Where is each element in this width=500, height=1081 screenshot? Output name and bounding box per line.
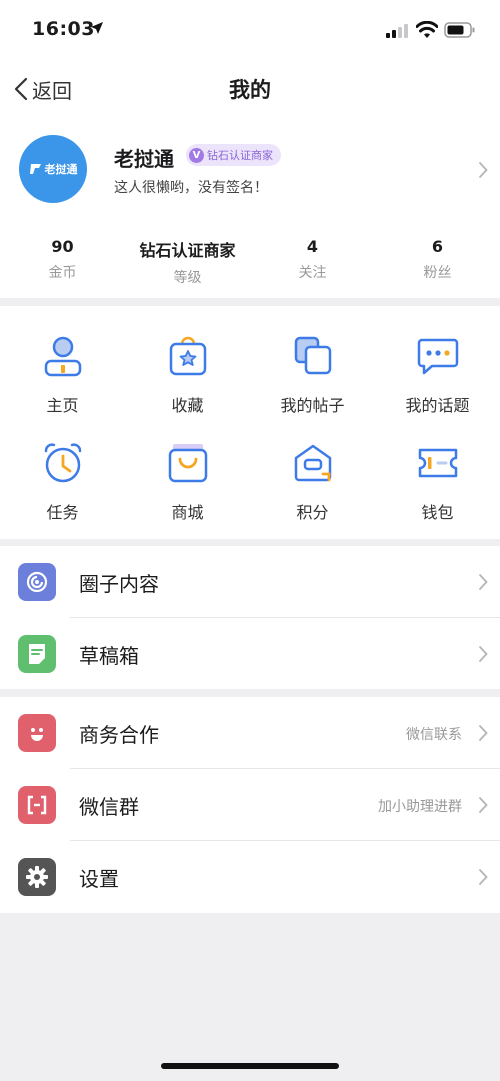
menu-item-wechat-group[interactable]: 微信群 加小助理进群 <box>0 769 500 841</box>
user-signature: 这人很懒哟，没有签名！ <box>114 180 268 196</box>
location-arrow-icon <box>91 22 103 34</box>
logo-icon <box>29 164 41 174</box>
stat-value: 钻石认证商家 <box>139 241 236 260</box>
grid-item-mall[interactable]: 商城 <box>125 441 250 541</box>
alarm-clock-icon <box>44 443 81 483</box>
stat-followers[interactable]: 6 粉丝 <box>375 237 500 282</box>
bag-star-icon <box>169 336 206 376</box>
grid-item-wallet[interactable]: 钱包 <box>375 441 500 541</box>
content-menu-section: 圈子内容 草稿箱 <box>0 546 500 689</box>
person-icon <box>44 336 81 377</box>
smile-icon <box>18 714 56 752</box>
grid-item-homepage[interactable]: 主页 <box>0 334 125 434</box>
grid-item-label: 主页 <box>46 396 79 415</box>
stat-label: 金币 <box>48 265 77 281</box>
menu-item-business[interactable]: 商务合作 微信联系 <box>0 697 500 769</box>
chevron-right-icon <box>478 645 488 663</box>
service-menu-section: 商务合作 微信联系 微信群 加小助理进群 设置 <box>0 697 500 913</box>
grid-item-points[interactable]: 积分 <box>250 441 375 541</box>
profile-stats: 90 金币 钻石认证商家 等级 4 关注 6 粉丝 <box>0 237 500 287</box>
verification-badge: V 钻石认证商家 <box>186 144 281 166</box>
stat-label: 关注 <box>298 265 327 281</box>
chevron-right-icon <box>478 724 488 742</box>
status-bar: 16:03 <box>0 0 500 62</box>
stat-value: 6 <box>431 237 444 256</box>
avatar[interactable]: 老挝通 <box>19 135 87 203</box>
stat-label: 等级 <box>173 270 202 286</box>
gear-icon <box>18 858 56 896</box>
home-indicator[interactable] <box>161 1063 339 1069</box>
stat-level[interactable]: 钻石认证商家 等级 <box>125 237 250 287</box>
feature-grid: 主页 收藏 我的帖子 我的话题 任务 商城 积分 钱包 <box>0 306 500 539</box>
grid-item-label: 我的话题 <box>405 396 470 415</box>
grid-item-label: 钱包 <box>421 503 454 522</box>
grid-item-label: 我的帖子 <box>280 396 345 415</box>
chat-bubble-icon <box>417 338 458 375</box>
navigation-bar: 返回 我的 <box>0 62 500 117</box>
menu-item-label: 草稿箱 <box>79 644 139 668</box>
user-name: 老挝通 <box>114 147 174 171</box>
circle-icon <box>18 563 56 601</box>
verified-icon: V <box>189 147 204 163</box>
grid-item-label: 收藏 <box>171 396 204 415</box>
stat-value: 90 <box>51 237 74 256</box>
grid-item-label: 积分 <box>296 503 329 522</box>
menu-item-label: 商务合作 <box>79 723 159 747</box>
stat-following[interactable]: 4 关注 <box>250 237 375 282</box>
menu-item-label: 圈子内容 <box>79 572 159 596</box>
points-icon <box>294 444 331 482</box>
menu-item-drafts[interactable]: 草稿箱 <box>0 618 500 690</box>
stat-value: 4 <box>306 237 319 256</box>
chevron-right-icon <box>478 573 488 591</box>
menu-item-label: 微信群 <box>79 795 139 819</box>
grid-item-my-posts[interactable]: 我的帖子 <box>250 334 375 434</box>
status-time: 16:03 <box>32 18 95 40</box>
battery-icon <box>444 22 475 38</box>
grid-item-label: 商城 <box>171 503 204 522</box>
ticket-icon <box>418 448 457 478</box>
cellular-signal-icon <box>386 24 408 38</box>
stat-label: 粉丝 <box>423 265 452 281</box>
grid-item-favorites[interactable]: 收藏 <box>125 334 250 434</box>
grid-item-tasks[interactable]: 任务 <box>0 441 125 541</box>
draft-icon <box>18 635 56 673</box>
grid-item-label: 任务 <box>46 503 79 522</box>
copy-icon <box>294 336 331 375</box>
stat-coins[interactable]: 90 金币 <box>0 237 125 282</box>
menu-item-hint: 加小助理进群 <box>378 799 462 815</box>
avatar-text: 老挝通 <box>44 163 78 176</box>
grid-item-my-topics[interactable]: 我的话题 <box>375 334 500 434</box>
menu-item-settings[interactable]: 设置 <box>0 841 500 913</box>
badge-label: 钻石认证商家 <box>207 149 273 162</box>
profile-card[interactable]: 老挝通 老挝通 V 钻石认证商家 这人很懒哟，没有签名！ 90 金币 钻石认证商… <box>0 117 500 298</box>
page-title: 我的 <box>229 78 271 102</box>
menu-item-hint: 微信联系 <box>406 727 462 743</box>
wifi-icon <box>416 21 438 38</box>
chevron-right-icon <box>478 868 488 886</box>
chevron-right-icon <box>478 161 488 179</box>
menu-item-label: 设置 <box>79 867 119 891</box>
shopping-bag-icon <box>168 444 207 483</box>
menu-item-circle-content[interactable]: 圈子内容 <box>0 546 500 618</box>
chevron-right-icon <box>478 796 488 814</box>
bracket-icon <box>18 786 56 824</box>
